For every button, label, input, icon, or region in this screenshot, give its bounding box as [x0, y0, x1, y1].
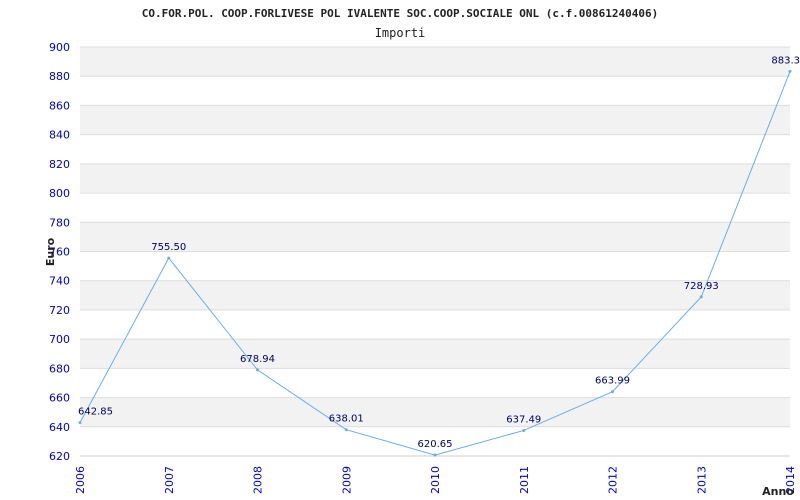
data-point	[611, 390, 614, 394]
grid-band	[80, 76, 790, 106]
grid-band	[80, 251, 790, 281]
grid-band	[80, 47, 790, 77]
y-tick-label: 880	[49, 70, 70, 83]
y-tick-label: 640	[49, 421, 70, 434]
data-point	[167, 256, 171, 260]
data-label: 663.99	[595, 376, 630, 387]
y-tick-label: 780	[49, 216, 70, 229]
data-label: 728.93	[684, 281, 719, 292]
y-tick-label: 700	[49, 333, 70, 346]
data-label: 678.94	[240, 354, 275, 365]
grid-band	[80, 222, 790, 252]
data-point	[256, 368, 259, 372]
y-tick-label: 860	[49, 99, 70, 112]
data-point	[78, 421, 82, 425]
x-tick-label: 2010	[429, 466, 442, 494]
chart-title: CO.FOR.POL. COOP.FORLIVESE POL IVALENTE …	[142, 7, 659, 20]
y-tick-label: 800	[49, 187, 70, 200]
y-tick-label: 820	[49, 158, 70, 171]
chart-subtitle: Importi	[375, 26, 426, 40]
x-tick-label: 2007	[163, 466, 176, 494]
y-tick-label: 900	[49, 41, 70, 54]
data-point	[433, 453, 437, 457]
grid-band	[80, 309, 790, 340]
data-point	[522, 428, 526, 432]
data-label: 883.3	[771, 55, 800, 66]
x-tick-label: 2011	[518, 466, 531, 494]
data-point	[788, 69, 792, 73]
y-tick-label: 740	[49, 275, 70, 288]
x-tick-label: 2006	[74, 466, 87, 494]
data-label: 755.50	[151, 242, 186, 253]
data-point	[699, 295, 703, 299]
grid-band	[80, 368, 790, 398]
x-tick-label: 2012	[607, 466, 620, 494]
grid-band	[80, 397, 790, 427]
y-axis-label: Euro	[44, 237, 57, 266]
data-point	[344, 428, 348, 432]
x-axis-label: Anno	[762, 485, 794, 498]
line-chart: 9008808608408208007807607407207006806606…	[44, 7, 800, 498]
x-tick-labels: 2006 2007 2008 2009 2010 2011 2012 2013 2014	[74, 466, 797, 494]
x-tick-label: 2008	[252, 466, 265, 494]
data-label: 620.65	[418, 439, 453, 450]
x-tick-label: 2009	[340, 466, 353, 494]
grid-band	[80, 163, 790, 194]
y-tick-label: 660	[49, 392, 70, 405]
grid-band	[80, 193, 790, 223]
data-label: 638.01	[329, 414, 364, 425]
grid-band	[80, 134, 790, 164]
data-label: 642.85	[78, 407, 113, 418]
y-tick-label: 720	[49, 304, 70, 317]
y-tick-label: 840	[49, 129, 70, 142]
grid-band	[80, 105, 790, 135]
y-tick-label: 620	[49, 450, 70, 463]
x-tick-label: 2013	[695, 466, 708, 494]
data-label: 637.49	[506, 414, 541, 425]
y-tick-label: 680	[49, 362, 70, 375]
grid-band	[80, 339, 790, 369]
